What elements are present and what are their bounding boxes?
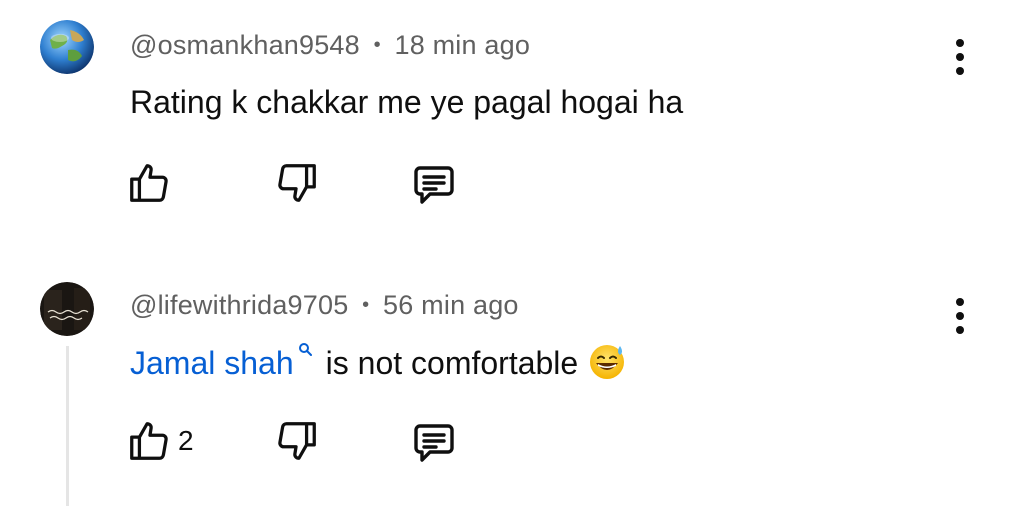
like-count: 2 xyxy=(178,425,194,456)
globe-icon xyxy=(40,20,94,74)
like-button[interactable] xyxy=(126,160,172,206)
comment-text-body: is not comfortable xyxy=(325,345,579,381)
mention-link[interactable]: Jamal shah xyxy=(130,345,294,381)
grinning-sweat-emoji xyxy=(590,345,625,379)
more-vert-icon xyxy=(956,39,964,47)
timestamp[interactable]: 18 min ago xyxy=(394,30,530,60)
avatar[interactable] xyxy=(40,20,94,74)
reply-button[interactable] xyxy=(410,418,458,466)
separator-dot: • xyxy=(373,34,381,56)
separator-dot: • xyxy=(362,294,370,316)
dislike-button[interactable] xyxy=(274,418,320,464)
thumbs-up-icon xyxy=(130,164,168,202)
comment-text: Jamal shah is not comfortable xyxy=(130,342,626,382)
profile-image-icon xyxy=(40,282,94,336)
thumbs-up-icon xyxy=(130,422,168,460)
comment-header: @osmankhan9548 • 18 min ago xyxy=(130,30,530,61)
comment-item: @osmankhan9548 • 18 min ago Rating k cha… xyxy=(0,0,1024,250)
reply-comment-icon xyxy=(414,166,454,204)
more-vert-icon xyxy=(956,298,964,306)
more-options-button[interactable] xyxy=(946,37,974,77)
reply-button[interactable] xyxy=(410,160,458,208)
avatar[interactable] xyxy=(40,282,94,336)
search-magnifier-icon xyxy=(298,343,312,356)
like-button[interactable]: 2 xyxy=(126,418,194,464)
comment-item: @lifewithrida9705 • 56 min ago Jamal sha… xyxy=(0,258,1024,506)
thread-line xyxy=(66,346,69,506)
reply-comment-icon xyxy=(414,424,454,462)
author-handle[interactable]: @lifewithrida9705 xyxy=(130,290,348,320)
author-handle[interactable]: @osmankhan9548 xyxy=(130,30,360,60)
comment-text: Rating k chakkar me ye pagal hogai ha xyxy=(130,84,684,120)
thumbs-down-icon xyxy=(278,422,316,460)
more-options-button[interactable] xyxy=(946,296,974,336)
dislike-button[interactable] xyxy=(274,160,320,206)
timestamp[interactable]: 56 min ago xyxy=(383,290,519,320)
comment-header: @lifewithrida9705 • 56 min ago xyxy=(130,290,519,321)
thumbs-down-icon xyxy=(278,164,316,202)
